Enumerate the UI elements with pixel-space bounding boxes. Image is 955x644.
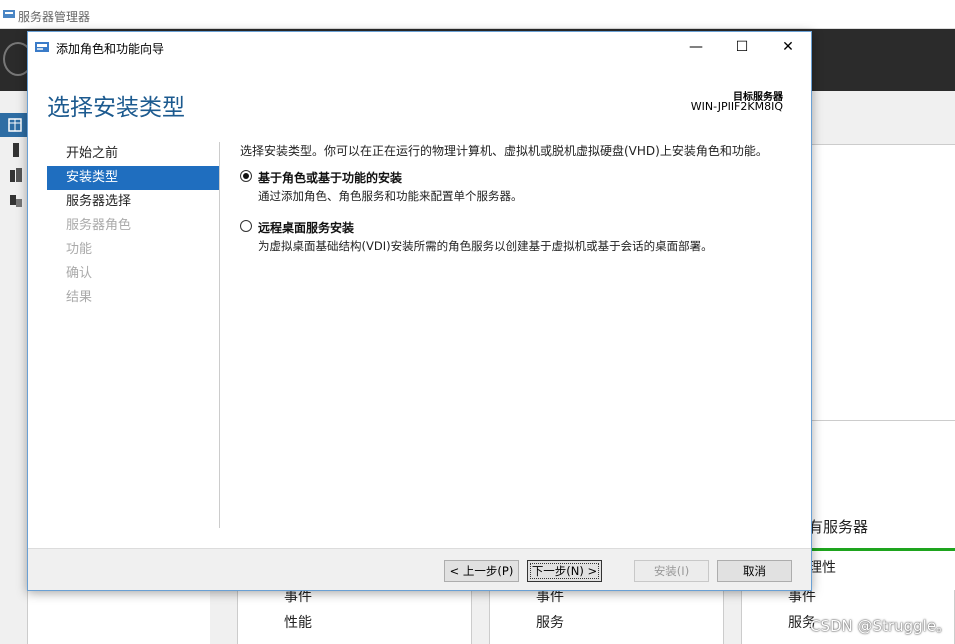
page-title: 选择安装类型 [47, 95, 185, 121]
maximize-button[interactable]: ☐ [719, 32, 765, 62]
cancel-button[interactable]: 取消 [717, 560, 792, 582]
dialog-title: 添加角色和功能向导 [56, 42, 165, 56]
minimize-icon: — [689, 39, 703, 55]
tile-2[interactable]: 事件 服务 [489, 589, 724, 644]
radio-role-based[interactable] [240, 170, 252, 182]
nav-before-you-begin[interactable]: 开始之前 [47, 142, 219, 166]
nav-divider [219, 142, 220, 528]
dialog-titlebar[interactable]: 添加角色和功能向导 — ☐ ✕ [28, 32, 811, 62]
tile-services[interactable]: 服务 [536, 612, 564, 632]
nav-server-roles: 服务器角色 [66, 218, 132, 233]
close-icon: ✕ [782, 39, 794, 55]
right-panel-header [812, 91, 955, 145]
nav-server-selection[interactable]: 服务器选择 [47, 190, 219, 214]
tile-performance[interactable]: 性能 [284, 612, 312, 632]
option-title: 基于角色或基于功能的安装 [258, 171, 403, 185]
tile-1[interactable]: 事件 性能 [237, 589, 472, 644]
right-panel-divider [812, 420, 955, 421]
option-description: 通过添加角色、角色服务和功能来配置单个服务器。 [258, 189, 523, 203]
sidebar-item-dashboard[interactable] [0, 113, 28, 137]
wizard-content: 选择安装类型。你可以在正在运行的物理计算机、虚拟机或脱机虚拟硬盘(VHD)上安装… [240, 142, 790, 269]
status-green-bar [812, 548, 955, 551]
nav-confirmation: 确认 [66, 266, 93, 281]
manageability-label: 理性 [808, 560, 836, 576]
install-button: 安装(I) [634, 560, 709, 582]
minimize-button[interactable]: — [673, 32, 719, 62]
intro-text: 选择安装类型。你可以在正在运行的物理计算机、虚拟机或脱机虚拟硬盘(VHD)上安装… [240, 144, 768, 158]
option-title: 远程桌面服务安装 [258, 221, 355, 235]
close-button[interactable]: ✕ [765, 32, 811, 62]
nav-installation-type[interactable]: 安装类型 [47, 166, 219, 190]
option-description: 为虚拟桌面基础结构(VDI)安装所需的角色服务以创建基于虚拟机或基于会话的桌面部… [258, 239, 713, 253]
radio-remote-desktop[interactable] [240, 220, 252, 232]
dashboard-icon [8, 118, 22, 132]
dialog-footer: < 上一步(P) 下一步(N) > 安装(I) 取消 [28, 548, 811, 590]
target-server-name: WIN-JPIIF2KM8IQ [690, 100, 783, 113]
next-button[interactable]: 下一步(N) > [527, 560, 602, 582]
server-manager-titlebar: 服务器管理器 [0, 0, 955, 29]
option-remote-desktop[interactable]: 远程桌面服务安装 为虚拟桌面基础结构(VDI)安装所需的角色服务以创建基于虚拟机… [240, 219, 790, 254]
all-servers-heading: 有服务器 [808, 518, 869, 536]
option-role-based[interactable]: 基于角色或基于功能的安装 通过添加角色、角色服务和功能来配置单个服务器。 [240, 169, 790, 204]
nav-features: 功能 [66, 242, 93, 257]
previous-button[interactable]: < 上一步(P) [444, 560, 519, 582]
nav-results: 结果 [66, 290, 93, 305]
server-manager-icon [3, 10, 15, 18]
watermark-text: CSDN @Struggle。 [810, 617, 952, 635]
file-services-icon[interactable] [10, 193, 22, 207]
all-servers-icon[interactable] [10, 168, 22, 182]
add-roles-wizard-dialog: 添加角色和功能向导 — ☐ ✕ 选择安装类型 目标服务器 WIN-JPIIF2K… [27, 31, 812, 591]
maximize-icon: ☐ [735, 39, 749, 55]
local-server-icon[interactable] [10, 143, 22, 157]
wizard-nav: 开始之前 安装类型 服务器选择 服务器角色 功能 确认 结果 [47, 142, 219, 310]
server-manager-title: 服务器管理器 [18, 10, 91, 24]
wizard-icon [35, 42, 49, 52]
